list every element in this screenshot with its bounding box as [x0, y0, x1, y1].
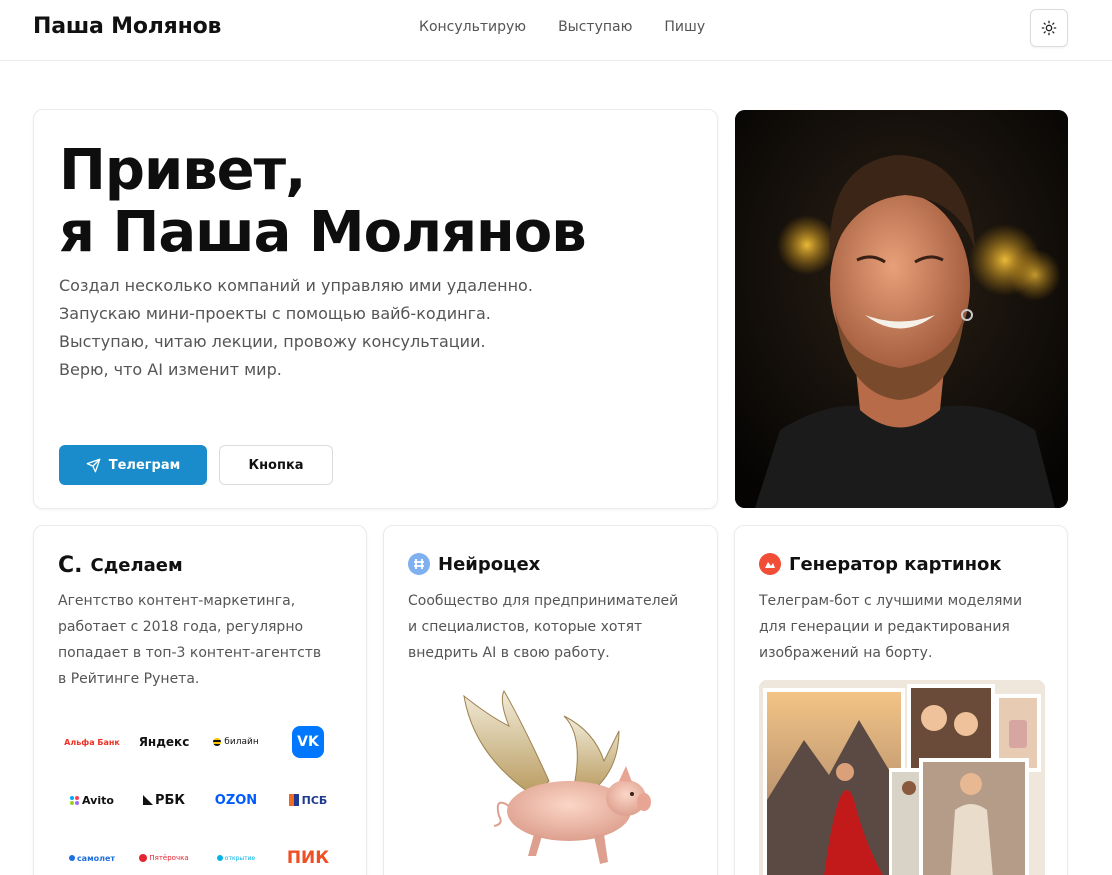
client-logo-name: самолет [76, 853, 116, 863]
client-logo-samolet: самолет [56, 842, 128, 874]
client-logo-name: Пятёрочка [149, 854, 189, 862]
secondary-button[interactable]: Кнопка [219, 445, 333, 485]
client-logo-rbc: РБК [128, 784, 200, 816]
description-line: в Рейтинге Рунета. [58, 671, 200, 687]
paper-plane-icon [86, 458, 101, 472]
client-logo-avito: Avito [56, 784, 128, 816]
project-card-sdelaem[interactable]: С. Сделаем Агентство контент-маркетинга,… [33, 525, 367, 875]
description-line: изображений на борту. [759, 645, 933, 661]
client-logo-name: открытие [224, 854, 256, 862]
psb-icon [288, 794, 299, 806]
description-line: Телеграм-бот с лучшими моделями [759, 593, 1023, 609]
site-brand[interactable]: Паша Молянов [33, 14, 221, 39]
project-description: Сообщество для предпринимателей и специа… [408, 588, 678, 666]
otkrytie-icon [216, 855, 223, 861]
project-title: Генератор картинок [789, 553, 1002, 575]
main-nav: Консультирую Выступаю Пишу [419, 19, 705, 35]
hero-line: Запускаю мини-проекты с помощью вайб-код… [59, 304, 491, 323]
client-logo-name: ПСБ [301, 793, 328, 807]
client-logo-pyaterochka: Пятёрочка [128, 842, 200, 874]
hero-line: Создал несколько компаний и управляю ими… [59, 276, 533, 295]
client-logos: Альфа Банк Яндекс билайн VK Avito РБК OZ [56, 726, 346, 874]
telegram-button-label: Телеграм [108, 457, 181, 473]
site-header: Паша Молянов Консультирую Выступаю Пишу [0, 0, 1112, 61]
description-line: и специалистов, которые хотят [408, 619, 643, 635]
client-logo-alfa-bank: Альфа Банк [56, 726, 128, 758]
client-logo-vk: VK [272, 726, 344, 758]
beeline-icon [213, 738, 222, 746]
description-line: работает с 2018 года, регулярно [58, 619, 304, 635]
hero-description: Создал несколько компаний и управляю ими… [59, 272, 533, 384]
client-logo-name: Яндекс [138, 735, 190, 749]
nav-link-speaking[interactable]: Выступаю [558, 19, 632, 35]
neirotseh-logo-icon [408, 553, 430, 575]
project-description: Агентство контент-маркетинга, работает с… [58, 588, 321, 692]
hero-title: Привет, я Паша Молянов [59, 138, 587, 265]
client-logo-yandex: Яндекс [128, 726, 200, 758]
generated-images-collage [759, 680, 1045, 875]
hero-line: Выступаю, читаю лекции, провожу консульт… [59, 332, 486, 351]
sun-icon [1041, 20, 1057, 36]
client-logo-otkrytie: открытие [200, 842, 272, 874]
nav-link-writing[interactable]: Пишу [664, 19, 705, 35]
pyaterochka-icon [139, 854, 148, 862]
project-header: Нейроцех [408, 553, 540, 575]
client-logo-ozon: OZON [200, 784, 272, 816]
hero-title-line-2: я Паша Молянов [59, 200, 587, 265]
avito-dots-icon [70, 795, 80, 805]
hero-title-line-1: Привет, [59, 138, 306, 203]
hero-card: Привет, я Паша Молянов Создал несколько … [33, 109, 718, 509]
flying-pig-illustration [454, 686, 654, 875]
rbc-icon [142, 795, 153, 805]
description-line: Сообщество для предпринимателей [408, 593, 679, 609]
client-logo-name: билайн [224, 737, 259, 747]
samolet-icon [68, 855, 75, 861]
project-header: С. Сделаем [58, 553, 183, 578]
client-logo-name: РБК [154, 792, 186, 808]
project-title: Нейроцех [438, 553, 541, 575]
description-line: внедрить AI в свою работу. [408, 645, 610, 661]
client-logo-name: ПИК [286, 848, 330, 868]
client-logo-pik: ПИК [272, 842, 344, 874]
client-logo-psb: ПСБ [272, 784, 344, 816]
client-logo-name: OZON [214, 792, 258, 808]
hero-line: Верю, что AI изменит мир. [59, 360, 282, 379]
sdelaem-logo-icon: С. [58, 553, 83, 578]
telegram-button[interactable]: Телеграм [59, 445, 207, 485]
theme-toggle-button[interactable] [1030, 9, 1068, 47]
project-description: Телеграм-бот с лучшими моделями для гене… [759, 588, 1022, 666]
project-card-neirotseh[interactable]: Нейроцех Сообщество для предпринимателей… [383, 525, 718, 875]
vk-logo-icon: VK [292, 726, 324, 758]
client-logo-beeline: билайн [200, 726, 272, 758]
nav-link-consulting[interactable]: Консультирую [419, 19, 526, 35]
image-generator-logo-icon [759, 553, 781, 575]
project-title: Сделаем [90, 555, 183, 576]
portrait-photo [735, 110, 1068, 508]
project-card-image-generator[interactable]: Генератор картинок Телеграм-бот с лучшим… [734, 525, 1068, 875]
description-line: Агентство контент-маркетинга, [58, 593, 296, 609]
description-line: попадает в топ-3 контент-агентств [58, 645, 322, 661]
client-logo-name: Avito [82, 793, 114, 807]
description-line: для генерации и редактирования [759, 619, 1010, 635]
project-header: Генератор картинок [759, 553, 1002, 575]
client-logo-name: Альфа Банк [64, 737, 120, 747]
